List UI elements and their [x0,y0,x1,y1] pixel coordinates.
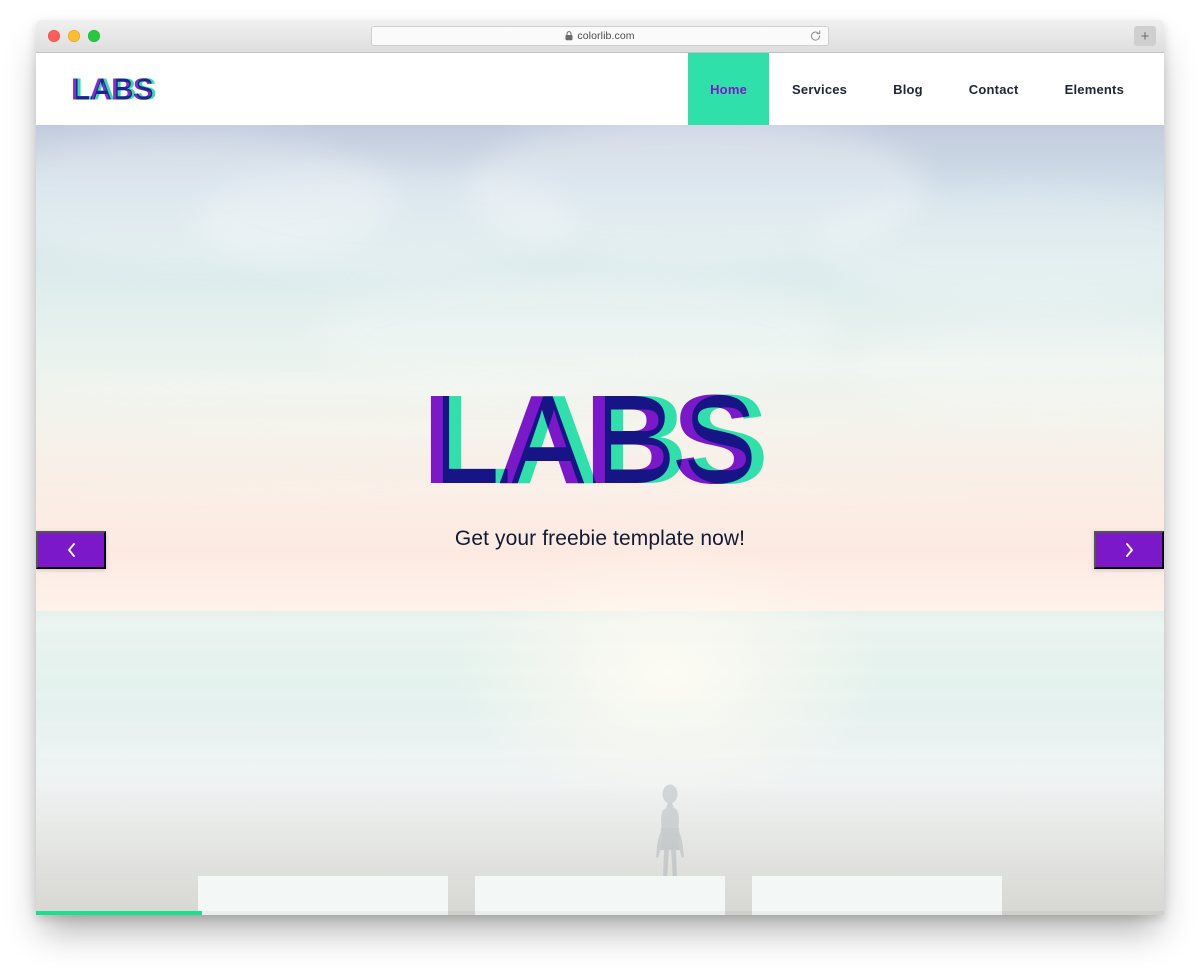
slider-next-button[interactable] [1094,531,1164,569]
hero-sea-background [36,611,1164,915]
site-header: LABS LABS Home Services Blog Contact Ele… [36,53,1164,125]
feature-card[interactable] [198,876,448,915]
close-window-button[interactable] [48,30,60,42]
new-tab-button[interactable]: + [1134,26,1156,46]
browser-window: colorlib.com + LABS LABS Home Services B… [36,20,1164,915]
chevron-left-icon [67,543,75,557]
address-bar-url: colorlib.com [577,30,635,42]
hero-title-wrapper: LABS LABS [423,377,769,503]
horizontal-scrollbar-track[interactable] [36,911,1164,915]
address-bar-content: colorlib.com [565,30,635,42]
hero-slider: LABS LABS Get your freebie template now! [36,125,1164,915]
window-controls [48,30,100,42]
site-logo[interactable]: LABS LABS [71,71,157,107]
page-viewport: LABS LABS Home Services Blog Contact Ele… [36,53,1164,915]
nav-item-services[interactable]: Services [769,53,870,125]
hero-title-purple: LABS [422,369,757,510]
zoom-window-button[interactable] [88,30,100,42]
lock-icon [565,31,573,41]
hero-subtitle: Get your freebie template now! [454,527,746,550]
slider-prev-button[interactable] [36,531,106,569]
browser-titlebar: colorlib.com + [36,20,1164,53]
hero-content: LABS LABS Get your freebie template now! [36,377,1164,551]
address-bar[interactable]: colorlib.com [371,26,829,46]
chevron-right-icon [1125,543,1133,557]
reload-icon[interactable] [809,30,822,43]
nav-item-home[interactable]: Home [688,53,770,125]
horizontal-scrollbar-thumb[interactable] [36,911,202,915]
feature-cards-row [36,876,1164,915]
nav-item-elements[interactable]: Elements [1042,53,1164,125]
nav-item-blog[interactable]: Blog [870,53,946,125]
logo-text-purple: LABS [71,71,154,107]
new-tab-label: + [1140,27,1150,45]
main-navigation: Home Services Blog Contact Elements [688,53,1164,125]
feature-card[interactable] [752,876,1002,915]
feature-card[interactable] [475,876,725,915]
minimize-window-button[interactable] [68,30,80,42]
nav-item-contact[interactable]: Contact [946,53,1042,125]
